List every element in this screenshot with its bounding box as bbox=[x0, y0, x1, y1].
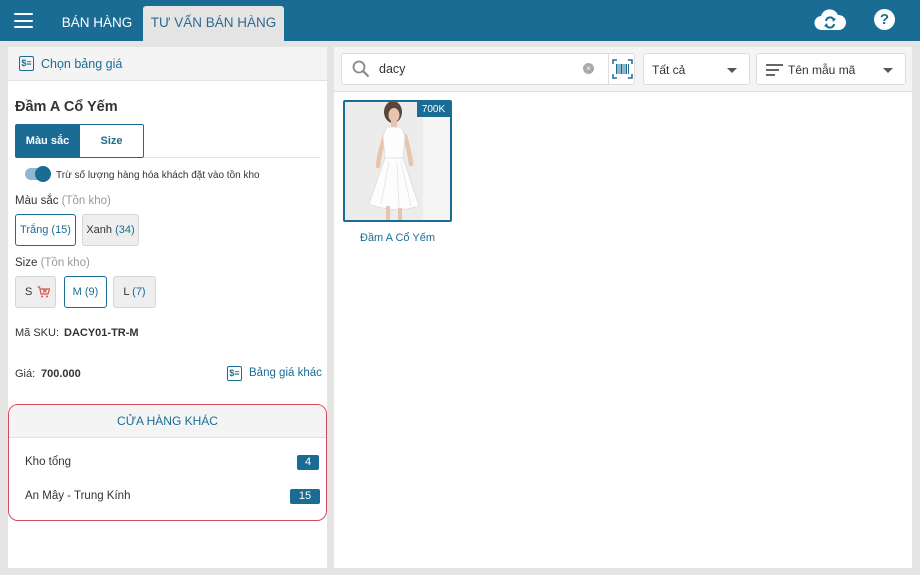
sort-value: Tên mẫu mã bbox=[788, 63, 856, 77]
size-name: M bbox=[72, 286, 82, 298]
size-count: (7) bbox=[132, 286, 146, 298]
chevron-down-icon bbox=[727, 68, 737, 73]
other-stores-title: CỬA HÀNG KHÁC bbox=[9, 405, 326, 438]
store-name: Kho tổng bbox=[25, 456, 72, 468]
product-card-name[interactable]: Đầm A Cổ Yếm bbox=[343, 232, 452, 244]
product-list-panel: × Tất cả Tên mẫu mã bbox=[334, 47, 912, 568]
product-title: Đầm A Cổ Yếm bbox=[15, 99, 118, 115]
price-list-icon[interactable]: $≡ bbox=[227, 366, 242, 381]
sku-label: Mã SKU: bbox=[15, 327, 60, 339]
store-qty-badge: 15 bbox=[290, 489, 320, 504]
color-option-white[interactable]: Trắng (15) bbox=[15, 214, 76, 246]
price-list-header: $≡ Chọn bảng giá bbox=[8, 47, 327, 81]
chevron-down-icon bbox=[883, 68, 893, 73]
cloud-sync-icon[interactable] bbox=[814, 8, 846, 32]
barcode-icon bbox=[612, 59, 633, 79]
size-option-m[interactable]: M (9) bbox=[64, 276, 107, 308]
clear-search-icon[interactable]: × bbox=[583, 63, 594, 74]
price-value: 700.000 bbox=[41, 368, 81, 380]
color-count: (34) bbox=[115, 224, 135, 236]
size-name: S bbox=[25, 286, 33, 298]
search-icon bbox=[352, 60, 370, 78]
store-row: An Mây - Trung Kính 15 bbox=[9, 487, 326, 507]
size-option-s[interactable]: S bbox=[15, 276, 56, 308]
store-name: An Mây - Trung Kính bbox=[25, 490, 131, 502]
color-label: Màu sắc bbox=[15, 195, 59, 207]
sort-icon bbox=[766, 64, 783, 76]
size-option-l[interactable]: L (7) bbox=[113, 276, 156, 308]
color-option-blue[interactable]: Xanh (34) bbox=[82, 214, 139, 246]
sort-dropdown[interactable]: Tên mẫu mã bbox=[756, 53, 906, 85]
store-row: Kho tổng 4 bbox=[9, 453, 326, 473]
color-name: Xanh bbox=[86, 224, 113, 236]
tab-sales-consult[interactable]: TƯ VẤN BÁN HÀNG bbox=[143, 6, 284, 41]
tab-size[interactable]: Size bbox=[79, 124, 144, 158]
product-detail-panel: $≡ Chọn bảng giá Đầm A Cổ Yếm Màu sắc Si… bbox=[8, 47, 327, 568]
product-card[interactable]: 700K bbox=[343, 100, 452, 222]
stock-hint: (Tồn kho) bbox=[40, 257, 90, 269]
color-name: Trắng bbox=[20, 224, 49, 236]
menu-icon[interactable] bbox=[14, 13, 33, 28]
category-filter-dropdown[interactable]: Tất cả bbox=[643, 53, 750, 85]
product-thumbnail bbox=[345, 102, 450, 220]
product-toolbar: × Tất cả Tên mẫu mã bbox=[334, 47, 912, 92]
segment-divider bbox=[144, 157, 320, 158]
deduct-stock-label: Trừ số lượng hàng hóa khách đặt vào tồn … bbox=[56, 170, 260, 181]
price-label: Giá: bbox=[15, 368, 36, 380]
out-of-stock-cart-icon bbox=[37, 286, 50, 298]
tab-color[interactable]: Màu sắc bbox=[15, 124, 80, 158]
toggle-knob bbox=[35, 166, 51, 182]
price-badge: 700K bbox=[417, 102, 450, 117]
other-price-list-link[interactable]: Bảng giá khác bbox=[249, 367, 322, 379]
color-section-label: Màu sắc (Tồn kho) bbox=[15, 195, 111, 207]
choose-price-list-link[interactable]: Chọn bảng giá bbox=[41, 57, 122, 71]
category-filter-value: Tất cả bbox=[652, 63, 686, 77]
color-count: (15) bbox=[51, 224, 71, 236]
help-icon[interactable]: ? bbox=[874, 9, 895, 30]
top-bar: BÁN HÀNG TƯ VẤN BÁN HÀNG ? bbox=[0, 0, 920, 41]
store-qty-badge: 4 bbox=[297, 455, 319, 470]
other-stores-panel: CỬA HÀNG KHÁC Kho tổng 4 An Mây - Trung … bbox=[8, 404, 327, 521]
search-box: × bbox=[341, 53, 635, 85]
price-list-icon[interactable]: $≡ bbox=[19, 56, 34, 71]
barcode-scan-button[interactable] bbox=[608, 54, 635, 84]
size-count: (9) bbox=[84, 286, 99, 298]
deduct-stock-toggle[interactable] bbox=[25, 166, 51, 182]
size-name: L bbox=[123, 286, 130, 298]
search-input[interactable] bbox=[379, 60, 574, 78]
sku-value: DACY01-TR-M bbox=[64, 327, 139, 339]
size-section-label: Size (Tồn kho) bbox=[15, 257, 90, 269]
stock-hint: (Tồn kho) bbox=[61, 195, 111, 207]
tab-sell[interactable]: BÁN HÀNG bbox=[52, 6, 142, 41]
size-label: Size bbox=[15, 257, 38, 269]
